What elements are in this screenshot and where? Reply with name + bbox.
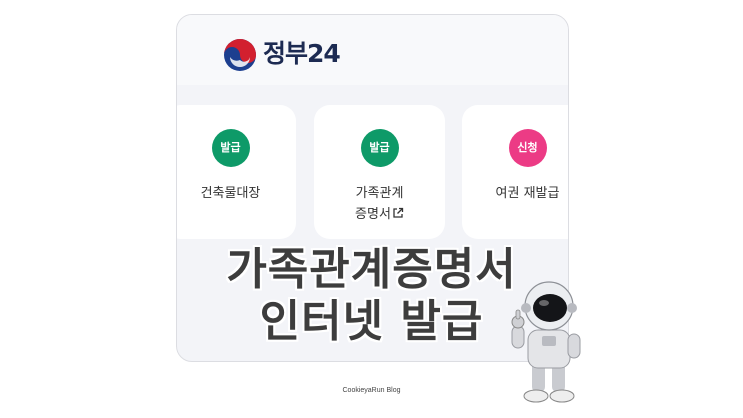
card-label: 가족관계 증명서 [314, 183, 445, 225]
logo-text[interactable]: 정부24 [263, 39, 341, 69]
taegeuk-emblem-icon [224, 39, 256, 71]
card-label-text: 건축물대장 [200, 186, 261, 201]
app-header: 정부24 [177, 15, 568, 85]
card-label-line1: 가족관계 [355, 186, 404, 201]
issue-badge: 발급 [211, 129, 250, 167]
headline-line2: 인터넷 발급 [259, 296, 484, 347]
service-card-passport-reissue[interactable]: 신청 여권 재발급 [462, 105, 568, 239]
headline-line1: 가족관계증명서 [226, 244, 517, 295]
card-label-text: 여권 재발급 [495, 186, 560, 201]
external-link-icon [393, 207, 404, 218]
apply-badge: 신청 [508, 129, 547, 167]
card-label: 여권 재발급 [462, 183, 568, 204]
service-card-building-ledger[interactable]: 발급 건축물대장 [177, 105, 296, 239]
issue-badge: 발급 [360, 129, 399, 167]
thumbnail-stage: 정부24 발급 건축물대장 발급 가족관계 증명서 신청 여권 재발급 가족관계… [0, 0, 743, 418]
card-label-line2-row: 증명서 [314, 204, 445, 225]
service-card-family-certificate[interactable]: 발급 가족관계 증명서 [314, 105, 445, 239]
headline: 가족관계증명서 인터넷 발급 [0, 244, 743, 348]
card-label-line2: 증명서 [355, 207, 391, 222]
card-label: 건축물대장 [177, 183, 296, 204]
blog-credit: CookieyaRun Blog [342, 387, 401, 394]
